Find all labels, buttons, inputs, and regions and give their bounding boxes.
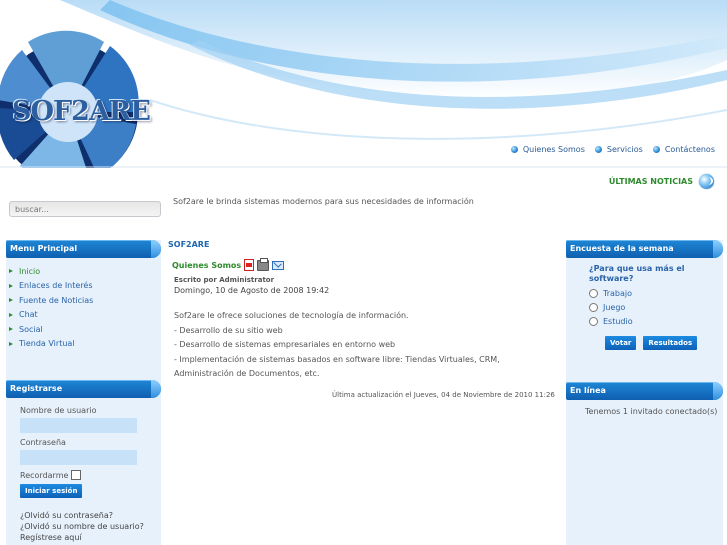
article-paragraph: Sof2are le ofrece soluciones de tecnolog… [174,311,409,320]
article-paragraph: - Implementación de sistemas basados en … [174,354,500,379]
header-swoosh-graphic [0,0,727,168]
bullet-icon [594,146,602,153]
arrow-right-icon [9,341,13,346]
password-field[interactable] [20,450,137,465]
menu-item-label: Chat [19,310,38,320]
poll-question: ¿Para que usa más el software? [589,264,685,283]
site-tagline: Sof2are le brinda sistemas modernos para… [173,197,474,206]
main-menu: Inicio Enlaces de Interés Fuente de Noti… [6,258,161,351]
article-author: Escrito por Administrator [174,276,275,284]
bullet-icon [510,146,518,153]
remember-checkbox[interactable] [71,470,82,480]
email-icon[interactable] [272,260,285,270]
menu-item-fuente-noticias[interactable]: Fuente de Noticias [6,293,161,308]
register-link[interactable]: Regístrese aquí [20,532,161,543]
search-input[interactable] [9,201,161,217]
main-menu-header: Menu Principal [6,240,161,258]
menu-item-label: Social [19,324,43,334]
remember-me: Recordarme [20,470,161,480]
article-paragraph: - Desarrollo de sistemas empresariales e… [174,340,396,349]
online-header: En línea [566,382,723,400]
print-icon[interactable] [257,257,270,271]
menu-item-label: Inicio [19,266,41,276]
remember-label: Recordarme [20,470,69,480]
menu-item-chat[interactable]: Chat [6,308,161,323]
menu-item-social[interactable]: Social [6,322,161,337]
forgot-password-link[interactable]: ¿Olvidó su contraseña? [20,510,161,521]
section-title: SOF2ARE [168,240,210,249]
article-title[interactable]: Quienes Somos [172,261,241,270]
article-body: Sof2are le ofrece soluciones de tecnolog… [174,309,554,382]
pdf-icon[interactable] [244,259,255,271]
latest-news-link[interactable]: ÚLTIMAS NOTICIAS [609,174,714,189]
menu-item-label: Enlaces de Interés [19,281,93,291]
poll-header: Encuesta de la semana [566,240,723,258]
menu-item-label: Fuente de Noticias [19,295,94,305]
menu-item-enlaces[interactable]: Enlaces de Interés [6,279,161,294]
nav-quienes-somos[interactable]: Quienes Somos [510,145,585,154]
poll-option-estudio[interactable]: Estudio [566,317,723,326]
site-logo-text: SOF2ARE [12,96,151,127]
latest-news-label: ÚLTIMAS NOTICIAS [608,177,693,186]
poll-option-trabajo[interactable]: Trabajo [566,289,723,298]
article-header: Quienes Somos [168,257,554,271]
menu-item-tienda-virtual[interactable]: Tienda Virtual [6,337,161,352]
top-navigation: Quienes Somos Servicios Contáctenos [510,145,715,154]
header: SOF2ARE Quienes Somos Servicios Contácte… [0,0,727,168]
vote-button[interactable]: Votar [605,336,637,350]
nav-contactenos[interactable]: Contáctenos [652,145,715,154]
poll-option-label: Trabajo [603,289,632,298]
password-label: Contraseña [20,438,66,447]
right-sidebar: Encuesta de la semana ¿Para que usa más … [566,240,723,545]
globe-icon [699,174,714,189]
login-links: ¿Olvidó su contraseña? ¿Olvidó su nombre… [20,510,161,543]
online-status: Tenemos 1 invitado conectado(s) [585,407,718,416]
menu-item-inicio[interactable]: Inicio [6,264,161,279]
left-sidebar: Menu Principal Inicio Enlaces de Interés… [6,240,161,545]
results-button[interactable]: Resultados [643,336,698,350]
login-form: Nombre de usuario Contraseña Recordarme … [6,398,161,543]
poll-radio[interactable] [589,303,598,312]
arrow-right-icon [9,283,13,288]
login-header: Registrarse [6,380,161,398]
article-paragraph: - Desarrollo de su sitio web [174,325,283,335]
poll-radio[interactable] [589,289,598,298]
poll-radio[interactable] [589,317,598,326]
nav-label: Quienes Somos [522,145,585,154]
arrow-right-icon [9,298,13,303]
nav-label: Servicios [606,145,643,154]
arrow-right-icon [9,269,13,274]
nav-servicios[interactable]: Servicios [594,145,643,154]
poll-option-label: Juego [603,303,626,312]
bullet-icon [652,146,660,153]
forgot-username-link[interactable]: ¿Olvidó su nombre de usuario? [20,521,161,532]
menu-item-label: Tienda Virtual [19,339,75,349]
poll-option-label: Estudio [603,317,633,326]
login-button[interactable]: Iniciar sesión [20,484,83,498]
article-date: Domingo, 10 de Agosto de 2008 19:42 [174,286,330,295]
last-updated: Última actualización el Jueves, 04 de No… [332,391,555,399]
nav-label: Contáctenos [664,145,715,154]
poll-option-juego[interactable]: Juego [566,303,723,312]
username-field[interactable] [20,418,137,433]
username-label: Nombre de usuario [20,406,97,415]
arrow-right-icon [9,327,13,332]
arrow-right-icon [9,312,13,317]
main-content: SOF2ARE Quienes Somos Escrito por Admini… [168,240,555,399]
poll-buttons: Votar Resultados [566,336,723,350]
